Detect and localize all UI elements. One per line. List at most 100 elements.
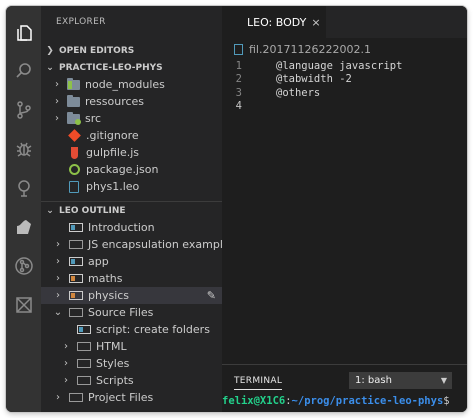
explorer-icon[interactable]: [14, 23, 34, 43]
tab-terminal[interactable]: TERMINAL: [234, 376, 283, 390]
code-editor[interactable]: 1 @language javascript 2 @tabwidth -2 3 …: [222, 59, 467, 113]
leo-outline-header[interactable]: ⌄ LEO OUTLINE: [41, 201, 222, 219]
breadcrumb[interactable]: fil.20171126222002.1: [234, 41, 371, 57]
explorer-sidebar: EXPLORER ❯ OPEN EDITORS ⌄ PRACTICE-LEO-P…: [41, 6, 233, 412]
git-graph-icon[interactable]: [14, 256, 34, 276]
line-number: 3: [235, 86, 242, 99]
node-icon: [69, 238, 83, 252]
chevron-right-icon: ❯: [46, 45, 54, 56]
file-label: package.json: [86, 163, 159, 176]
file-label: phys1.leo: [86, 180, 140, 193]
prompt-path: ~/prog/practice-leo-phys: [291, 395, 444, 407]
folder-src-icon: [66, 111, 81, 126]
file-tree-item[interactable]: gulpfile.js: [41, 144, 222, 161]
chevron-right-icon: ›: [64, 341, 68, 352]
open-editors-label: OPEN EDITORS: [59, 45, 135, 56]
node-json-icon: [67, 163, 81, 177]
folder-node-icon: [66, 77, 80, 92]
terminal-select[interactable]: 1: bash ▼: [349, 372, 452, 389]
outline-label: physics: [88, 289, 130, 302]
outline-node[interactable]: › HTML: [41, 338, 222, 355]
gulp-icon: [67, 146, 81, 160]
node-icon: [77, 357, 91, 371]
outline-node[interactable]: › Scripts: [41, 372, 222, 389]
file-tree-item[interactable]: › ressources: [41, 93, 222, 110]
chevron-right-icon: ›: [56, 392, 60, 403]
sidebar-title: EXPLORER: [56, 17, 106, 27]
code-line: 2 @tabwidth -2: [222, 73, 467, 87]
chevron-right-icon: ›: [64, 358, 68, 369]
file-tree-item[interactable]: › node_modules: [41, 76, 222, 93]
outline-node[interactable]: › Styles: [41, 355, 222, 372]
tab-label: LEO: BODY: [247, 15, 307, 29]
node-icon: [69, 272, 83, 286]
outline-node[interactable]: › app: [41, 253, 222, 270]
leo-file-icon: [67, 180, 81, 194]
outline-node-selected[interactable]: › physics ✎: [41, 287, 222, 304]
node-icon: [69, 255, 83, 269]
chevron-down-icon: ⌄: [46, 205, 54, 216]
leo-outline-label: LEO OUTLINE: [59, 205, 126, 216]
debug-icon[interactable]: [14, 139, 34, 159]
node-icon: [69, 289, 83, 303]
file-label: gulpfile.js: [86, 146, 140, 159]
project-header[interactable]: ⌄ PRACTICE-LEO-PHYS: [41, 59, 222, 76]
activity-bar: [6, 6, 41, 412]
line-number: 4: [235, 100, 242, 113]
outline-label: HTML: [96, 340, 127, 353]
node-icon: [77, 323, 91, 337]
terminal-panel: TERMINAL 1: bash ▼ felix@X1C6:~/prog/pra…: [222, 364, 467, 412]
extensions-icon[interactable]: [14, 295, 34, 315]
file-tree-item[interactable]: phys1.leo: [41, 178, 222, 195]
tab-leo-body[interactable]: LEO: BODY ×: [222, 6, 326, 38]
open-editors-header[interactable]: ❯ OPEN EDITORS: [41, 42, 222, 59]
code-text: @language javascript: [276, 59, 403, 72]
outline-label: Introduction: [88, 221, 155, 234]
git-icon: [67, 129, 81, 143]
outline-label: Project Files: [88, 391, 154, 404]
source-control-icon[interactable]: [14, 100, 34, 120]
terminal-select-value: 1: bash: [355, 375, 392, 386]
outline-node[interactable]: › JS encapsulation example.: [41, 236, 233, 253]
chevron-right-icon: ›: [55, 96, 59, 107]
outline-node[interactable]: ⌄ Source Files: [41, 304, 222, 321]
node-icon: [77, 374, 91, 388]
file-tree-item[interactable]: .gitignore: [41, 127, 222, 144]
outline-label: script: create folders: [96, 323, 210, 336]
node-icon: [77, 340, 91, 354]
outline-label: Scripts: [96, 374, 134, 387]
file-tree-item[interactable]: › src: [41, 110, 222, 127]
chevron-right-icon: ›: [56, 290, 60, 301]
code-line: 4: [222, 100, 467, 114]
chevron-right-icon: ›: [56, 239, 60, 250]
outline-node[interactable]: › maths: [41, 270, 222, 287]
code-line: 3 @others: [222, 86, 467, 100]
code-text: @others: [276, 86, 321, 99]
file-label: .gitignore: [86, 129, 139, 142]
chevron-down-icon: ▼: [440, 376, 447, 385]
folder-icon: [66, 94, 80, 109]
leo-outline-icon[interactable]: [14, 217, 34, 237]
chevron-right-icon: ›: [55, 79, 59, 90]
close-icon[interactable]: ×: [311, 16, 320, 29]
terminal-prompt[interactable]: felix@X1C6:~/prog/practice-leo-phys$: [222, 395, 467, 407]
outline-node[interactable]: › Project Files: [41, 389, 222, 406]
node-icon: [69, 391, 83, 405]
edit-pencil-icon[interactable]: ✎: [207, 289, 216, 302]
project-label: PRACTICE-LEO-PHYS: [59, 62, 163, 73]
file-tree-item[interactable]: package.json: [41, 161, 222, 178]
outline-node[interactable]: script: create folders: [41, 321, 222, 338]
line-number: 1: [235, 59, 242, 72]
editor-area: LEO: BODY × fil.20171126222002.1 1 @lang…: [222, 6, 467, 412]
chevron-right-icon: ›: [64, 375, 68, 386]
chevron-right-icon: ›: [56, 273, 60, 284]
search-icon[interactable]: [14, 61, 34, 81]
outline-label: Source Files: [88, 306, 154, 319]
chevron-right-icon: ›: [56, 256, 60, 267]
outline-label: app: [88, 255, 109, 268]
remote-explorer-icon[interactable]: [14, 178, 34, 198]
file-label: ressources: [85, 95, 145, 108]
outline-node[interactable]: Introduction: [41, 219, 222, 236]
chevron-down-icon: ⌄: [46, 62, 54, 73]
outline-label: Styles: [96, 357, 130, 370]
